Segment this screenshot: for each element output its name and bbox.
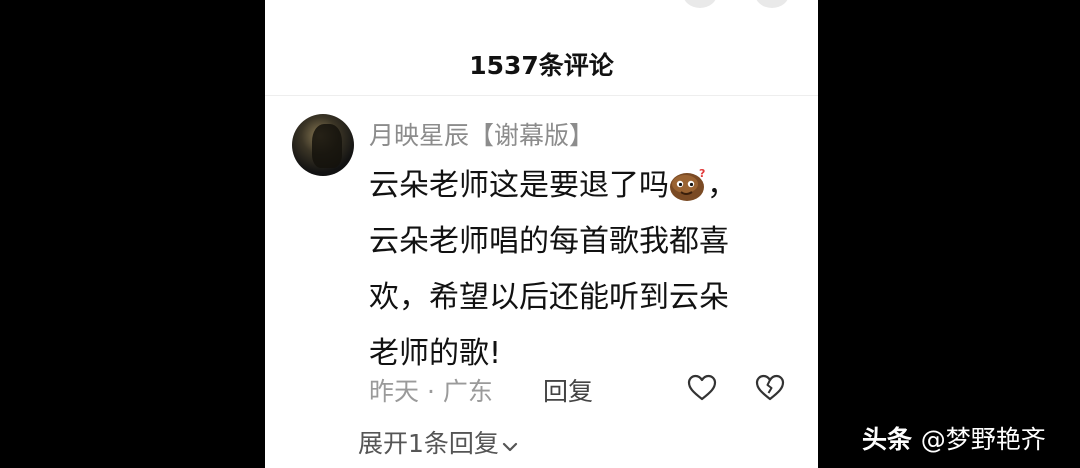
comment-line-1-suffix: ， [707, 168, 737, 203]
video-frame: 1537条评论 月映星辰【谢幕版】 云朵老师这是要退了吗 ? ， 云朵老师唱的每… [0, 0, 1080, 468]
username[interactable]: 月映星辰【谢幕版】 [369, 116, 594, 152]
comment-meta-row: 昨天 · 广东 回复 [369, 372, 809, 408]
comment-panel: 1537条评论 月映星辰【谢幕版】 云朵老师这是要退了吗 ? ， 云朵老师唱的每… [265, 0, 818, 468]
reply-button[interactable]: 回复 [543, 372, 593, 408]
comment-time-location: 昨天 · 广东 [369, 377, 493, 406]
chevron-down-icon [501, 431, 519, 460]
avatar[interactable] [292, 114, 354, 176]
previous-content-cutoff [293, 0, 304, 15]
comment-count-title: 1537条评论 [469, 51, 614, 80]
watermark-brand: 头条 [862, 425, 913, 454]
comment-line-3: 欢，希望以后还能听到云朵 [369, 280, 729, 315]
comment-line-1: 云朵老师这是要退了吗 ? ， [369, 158, 789, 214]
expand-replies-label: 展开1条回复 [358, 429, 499, 458]
potato-emoji-icon: ? [669, 167, 707, 201]
header-divider [265, 95, 818, 96]
heart-icon[interactable] [687, 374, 717, 408]
cutoff-icon [755, 0, 789, 8]
watermark: 头条 @梦野艳齐 [862, 420, 1046, 456]
comment-text: 云朵老师这是要退了吗 ? ， 云朵老师唱的每首歌我都喜 欢，希望以后还能听到云朵… [369, 158, 789, 382]
cutoff-icon [683, 0, 717, 8]
svg-text:?: ? [699, 167, 705, 180]
expand-replies-button[interactable]: 展开1条回复 [358, 424, 519, 460]
comment-line-2: 云朵老师唱的每首歌我都喜 [369, 224, 729, 259]
comment-line-1-text: 云朵老师这是要退了吗 [369, 168, 669, 203]
broken-heart-icon[interactable] [755, 374, 785, 408]
watermark-account: @梦野艳齐 [920, 425, 1046, 454]
